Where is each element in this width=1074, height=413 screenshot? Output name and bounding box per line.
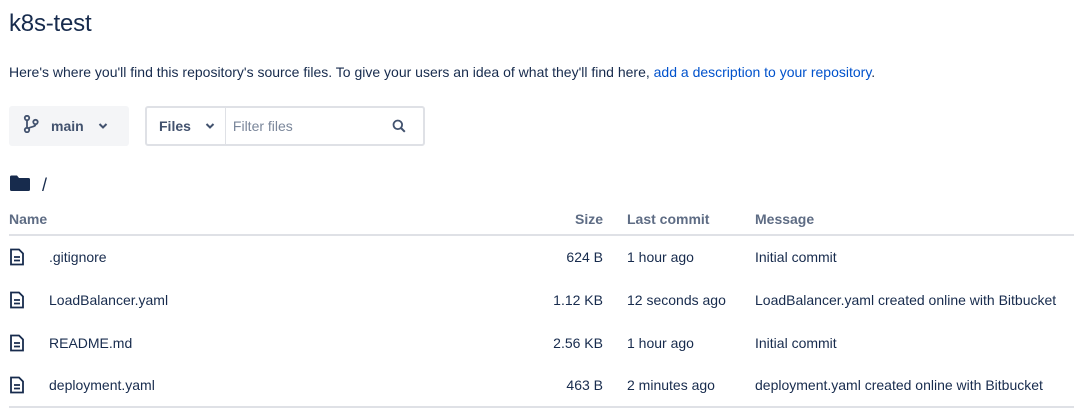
chevron-down-icon: [98, 117, 108, 135]
filter-files-input[interactable]: [225, 111, 386, 141]
branch-label: main: [51, 118, 84, 134]
file-last-commit: 1 hour ago: [627, 334, 694, 351]
file-name-link[interactable]: LoadBalancer.yaml: [49, 292, 168, 308]
file-name-link[interactable]: README.md: [49, 335, 132, 351]
branch-icon: [23, 114, 39, 138]
column-header-last-commit: Last commit: [627, 204, 755, 236]
add-description-link[interactable]: add a description to your repository: [654, 64, 872, 80]
table-row[interactable]: .gitignore 624 B 1 hour ago Initial comm…: [9, 235, 1074, 278]
file-size: 1.12 KB: [553, 291, 603, 308]
repo-description: Here's where you'll find this repository…: [9, 64, 875, 80]
files-dropdown[interactable]: Files: [147, 108, 226, 144]
file-name-link[interactable]: deployment.yaml: [49, 377, 155, 393]
intro-text: Here's where you'll find this repository…: [9, 64, 654, 80]
column-header-size: Size: [497, 204, 603, 236]
file-size: 2.56 KB: [553, 334, 603, 351]
breadcrumb: /: [9, 174, 47, 197]
intro-end: .: [871, 64, 876, 80]
file-last-commit: 12 seconds ago: [627, 291, 726, 308]
file-size: 463 B: [497, 364, 603, 408]
file-icon: [9, 334, 49, 352]
table-header-row: Name Size Last commit Message: [9, 204, 1074, 236]
file-commit-message: LoadBalancer.yaml created online with Bi…: [755, 291, 1057, 308]
file-icon: [9, 248, 49, 266]
path-root[interactable]: /: [42, 175, 47, 196]
file-filter-bar: Files: [145, 106, 425, 146]
file-commit-message: Initial commit: [755, 334, 837, 351]
table-row[interactable]: LoadBalancer.yaml 1.12 KB 12 seconds ago…: [9, 278, 1074, 321]
files-dropdown-label: Files: [159, 118, 191, 134]
file-table: Name Size Last commit Message .gitignore…: [9, 204, 1074, 408]
search-icon[interactable]: [392, 119, 406, 133]
table-row[interactable]: README.md 2.56 KB 1 hour ago Initial com…: [9, 321, 1074, 364]
file-commit-message: Initial commit: [755, 249, 837, 265]
folder-icon: [9, 174, 31, 197]
file-size: 624 B: [566, 249, 603, 265]
column-header-message: Message: [755, 204, 1074, 236]
column-header-name: Name: [9, 204, 497, 236]
branch-selector-button[interactable]: main: [9, 106, 129, 146]
file-icon: [9, 376, 49, 394]
file-name-link[interactable]: .gitignore: [49, 249, 107, 265]
file-icon: [9, 291, 49, 309]
page-title: k8s-test: [9, 10, 92, 37]
file-last-commit: 1 hour ago: [627, 249, 694, 265]
table-row[interactable]: deployment.yaml 463 B 2 minutes ago depl…: [9, 364, 1074, 408]
file-commit-message: deployment.yaml created online with Bitb…: [755, 364, 1074, 408]
file-last-commit: 2 minutes ago: [627, 364, 755, 408]
chevron-down-icon: [205, 117, 215, 135]
